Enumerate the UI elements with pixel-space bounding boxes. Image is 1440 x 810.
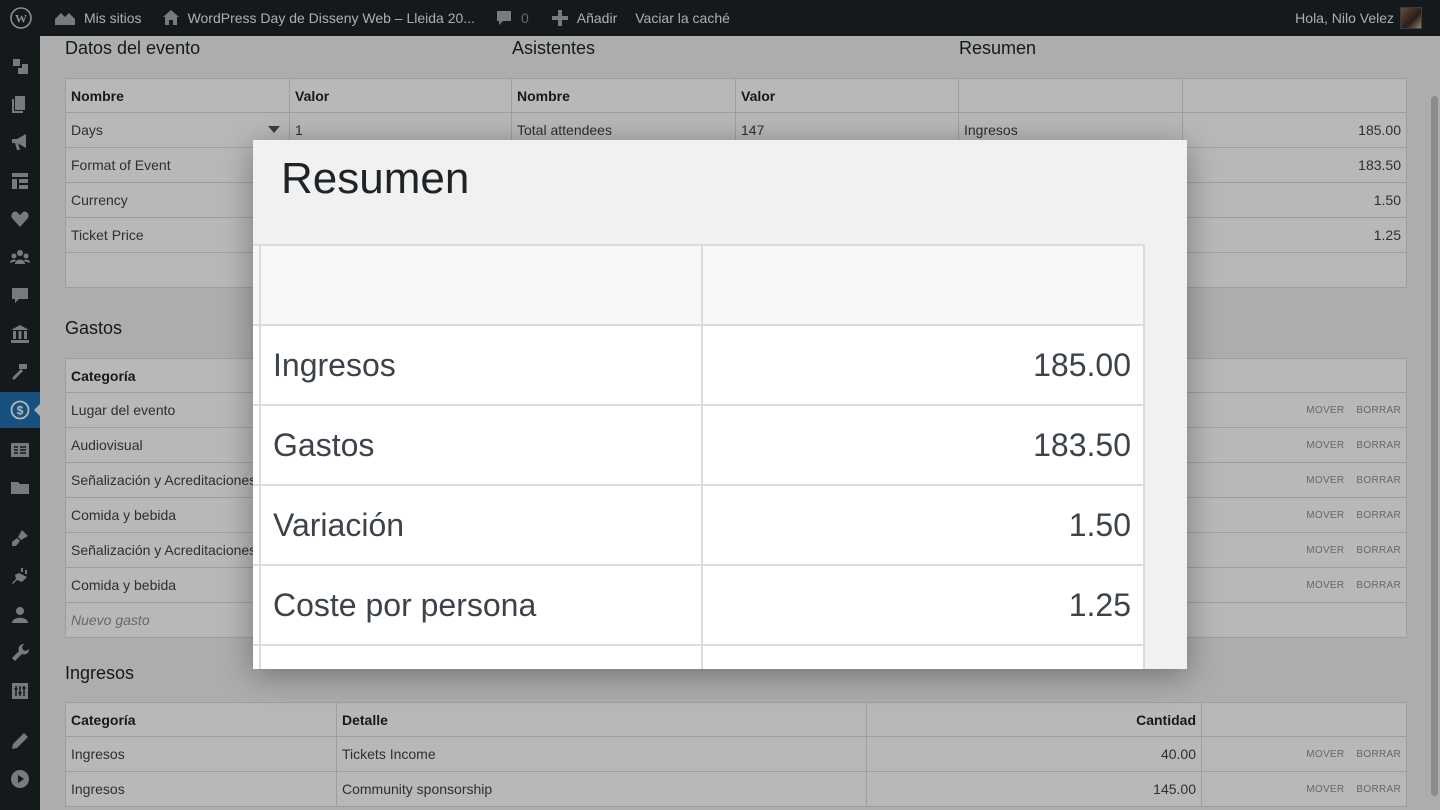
modal-summary-table: Ingresos 185.00 Gastos 183.50 Variación 1.5… — [253, 244, 1145, 669]
table-row: Ingresos 185.00 — [253, 324, 1145, 406]
modal-row-value: 185.00 — [701, 324, 1145, 406]
modal-row-value: 1.50 — [701, 484, 1145, 566]
modal-row-label: Gastos — [259, 404, 703, 486]
modal-row-value: 1.25 — [701, 564, 1145, 646]
table-row: Coste por persona 1.25 — [253, 564, 1145, 646]
modal-row-label: Ingresos — [259, 324, 703, 406]
summary-modal: Resumen Ingresos 185.00 Gastos 183.50 Vari… — [253, 140, 1187, 669]
modal-row-label: Coste por persona — [259, 564, 703, 646]
table-row: Gastos 183.50 — [253, 404, 1145, 486]
modal-title: Resumen — [281, 154, 470, 203]
modal-row-value: 183.50 — [701, 404, 1145, 486]
table-row: Variación 1.50 — [253, 484, 1145, 566]
modal-row-label: Variación — [259, 484, 703, 566]
